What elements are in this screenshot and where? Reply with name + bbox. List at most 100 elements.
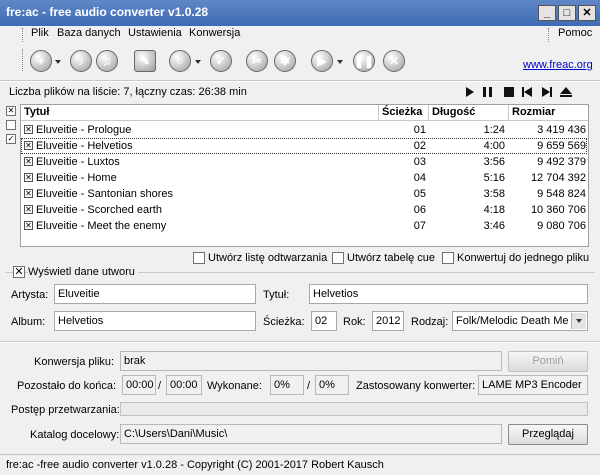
search-icon[interactable]: ○ [169, 50, 191, 72]
divider [0, 80, 600, 82]
processing-label: Postęp przetwarzania: [11, 404, 120, 416]
table-row[interactable]: ✕ Eluveitie - Prologue 01 1:24 3 419 436 [21, 122, 587, 138]
table-row[interactable]: ✕ Eluveitie - Meet the enemy 07 3:46 9 080 7… [21, 218, 587, 234]
row-size: 9 548 824 [537, 188, 586, 200]
encoder-label: Zastosowany konwerter: [356, 380, 476, 392]
track-field[interactable]: 02 [311, 311, 337, 331]
row-track: 01 [413, 124, 426, 136]
add-files-icon[interactable]: + [30, 50, 52, 72]
table-row[interactable]: ✕ Eluveitie - Home 04 5:16 12 704 392 [21, 170, 587, 186]
website-link[interactable]: www.freac.org [523, 59, 593, 71]
row-length: 4:18 [483, 204, 505, 216]
row-checkbox[interactable]: ✕ [24, 221, 33, 230]
chevron-down-icon [576, 319, 582, 323]
track-info-title: Wyświetl dane utworu [28, 266, 138, 278]
menu-help[interactable]: Pomoc [556, 27, 594, 39]
single-file-label[interactable]: Konwertuj do jednego pliku [457, 252, 589, 264]
row-checkbox[interactable]: ✕ [24, 125, 33, 134]
row-size: 9 080 706 [537, 220, 586, 232]
playlist-label[interactable]: Utwórz listę odtwarzania [208, 252, 327, 264]
search-dropdown-icon[interactable] [195, 60, 201, 64]
year-field[interactable]: 2012 [372, 311, 404, 331]
cddb-icon[interactable]: ✓ [210, 50, 232, 72]
eject-icon[interactable] [560, 87, 572, 94]
column-track[interactable]: Ścieżka [379, 105, 429, 121]
minimize-button[interactable]: _ [538, 5, 556, 21]
play-track-icon[interactable] [466, 87, 474, 97]
play-dropdown-icon[interactable] [337, 60, 343, 64]
row-track: 06 [413, 204, 426, 216]
row-checkbox[interactable]: ✕ [24, 157, 33, 166]
row-title: Eluveitie - Luxtos [36, 156, 120, 168]
title-label: Tytuł: [263, 289, 290, 301]
row-checkbox[interactable]: ✕ [24, 189, 33, 198]
previous-track-icon[interactable] [524, 87, 532, 97]
row-title: Eluveitie - Helvetios [36, 140, 133, 152]
slash-1: / [158, 380, 162, 392]
table-row[interactable]: ✕ Eluveitie - Santonian shores 05 3:58 9 548… [21, 186, 587, 202]
title-field[interactable]: Helvetios [309, 284, 588, 304]
genre-dropdown-button[interactable] [571, 313, 586, 329]
row-title: Eluveitie - Meet the enemy [36, 220, 167, 232]
column-size[interactable]: Rozmiar [509, 105, 588, 121]
skip-button[interactable]: Pomiń [508, 351, 588, 372]
cddb-submit-icon[interactable]: ♫ [96, 50, 118, 72]
playlist-checkbox[interactable] [193, 252, 205, 264]
pause-icon[interactable]: ❚❚ [353, 50, 375, 72]
stop-icon[interactable]: ✕ [383, 50, 405, 72]
file-conversion-field: brak [120, 351, 502, 371]
stop-track-icon[interactable] [504, 87, 514, 97]
table-row[interactable]: ✕ Eluveitie - Luxtos 03 3:56 9 492 379 [21, 154, 587, 170]
next-track-icon[interactable] [542, 87, 550, 97]
album-label: Album: [11, 316, 46, 328]
cddb-query-icon[interactable]: ♪ [70, 50, 92, 72]
menu-conversion[interactable]: Konwersja [187, 27, 242, 39]
row-checkbox[interactable]: ✕ [24, 173, 33, 182]
close-button[interactable]: ✕ [578, 5, 596, 21]
clear-list-icon[interactable]: ✎ [134, 50, 156, 72]
row-size: 12 704 392 [530, 172, 586, 184]
pause-track-icon[interactable] [483, 87, 486, 97]
menu-grip [22, 28, 26, 42]
maximize-button[interactable]: □ [558, 5, 576, 21]
artist-label: Artysta: [11, 289, 49, 301]
cue-label[interactable]: Utwórz tabelę cue [347, 252, 435, 264]
single-file-checkbox[interactable] [442, 252, 454, 264]
file-list[interactable]: Tytuł Ścieżka Długość Rozmiar ✕ Eluveitie… [20, 104, 589, 247]
artist-field[interactable]: Eluveitie [54, 284, 256, 304]
row-checkbox[interactable]: ✕ [24, 141, 33, 150]
year-label: Rok: [343, 316, 366, 328]
row-track: 05 [413, 188, 426, 200]
config-gear-icon[interactable]: ✱ [274, 50, 296, 72]
menu-database[interactable]: Baza danych [55, 27, 123, 39]
browse-button[interactable]: Przeglądaj [508, 424, 588, 445]
toggle-selection-checkbox[interactable]: ✓ [6, 134, 16, 144]
album-field[interactable]: Helvetios [54, 311, 256, 331]
add-dropdown-icon[interactable] [55, 60, 61, 64]
show-track-info-checkbox[interactable]: ✕ [13, 266, 25, 278]
menu-settings[interactable]: Ustawienia [126, 27, 184, 39]
total-time-field: 00:00 [166, 375, 202, 395]
list-summary: Liczba plików na liście: 7, łączny czas:… [9, 86, 247, 98]
toolbar-grip [22, 49, 26, 71]
row-size: 10 360 706 [530, 204, 586, 216]
select-all-checkbox[interactable]: ✕ [6, 106, 16, 116]
settings-icon[interactable]: ✂ [246, 50, 268, 72]
table-row[interactable]: ✕ Eluveitie - Helvetios 02 4:00 9 659 569 [21, 138, 587, 154]
output-dir-field[interactable]: C:\Users\Dani\Music\ [120, 424, 502, 444]
column-title[interactable]: Tytuł [21, 105, 379, 121]
row-track: 03 [413, 156, 426, 168]
row-checkbox[interactable]: ✕ [24, 205, 33, 214]
menu-file[interactable]: Plik [29, 27, 51, 39]
genre-select[interactable]: Folk/Melodic Death Me [452, 311, 588, 331]
row-track: 02 [413, 140, 426, 152]
play-icon[interactable]: ▶ [311, 50, 333, 72]
row-length: 5:16 [483, 172, 505, 184]
column-length[interactable]: Długość [429, 105, 509, 121]
done-file-field: 0% [270, 375, 304, 395]
table-row[interactable]: ✕ Eluveitie - Scorched earth 06 4:18 10 360 … [21, 202, 587, 218]
done-total-field: 0% [315, 375, 349, 395]
row-title: Eluveitie - Santonian shores [36, 188, 173, 200]
cue-checkbox[interactable] [332, 252, 344, 264]
select-none-checkbox[interactable] [6, 120, 16, 130]
